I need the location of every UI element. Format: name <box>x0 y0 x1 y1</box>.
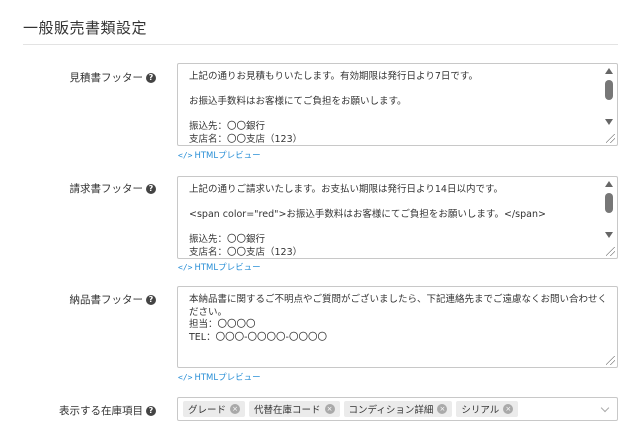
code-icon: </> <box>178 262 193 272</box>
estimate-footer-text[interactable]: 上記の通りお見積もりいたします。有効期限は発行日より7日です。 お振込手数料はお… <box>189 71 595 145</box>
code-icon: </> <box>178 372 193 382</box>
scroll-down-arrow-icon[interactable] <box>605 232 613 238</box>
html-preview-label: HTMLプレビュー <box>194 373 261 383</box>
tag-alternate-stock-code: 代替在庫コード × <box>249 401 340 417</box>
tag-label: グレード <box>188 405 227 416</box>
scroll-down-arrow-icon[interactable] <box>605 119 613 125</box>
resize-grip-icon[interactable] <box>606 247 615 256</box>
section-divider <box>23 44 618 45</box>
chevron-down-icon[interactable] <box>600 403 610 413</box>
tag-label: シリアル <box>461 405 500 416</box>
invoice-footer-label-text: 請求書フッター <box>69 183 144 195</box>
resize-grip-icon[interactable] <box>606 134 615 143</box>
section-title: 一般販売書類設定 <box>23 19 148 37</box>
tag-serial: シリアル × <box>456 401 519 417</box>
textarea-scrollbar[interactable] <box>601 64 617 145</box>
invoice-footer-textarea[interactable]: 上記の通りご請求いたします。お支払い期限は発行日より14日以内です。 <span… <box>177 176 618 259</box>
html-preview-label: HTMLプレビュー <box>194 151 261 161</box>
invoice-footer-text[interactable]: 上記の通りご請求いたします。お支払い期限は発行日より14日以内です。 <span… <box>189 184 595 258</box>
html-preview-label: HTMLプレビュー <box>194 263 261 273</box>
delivery-footer-textarea[interactable]: 本納品書に関するご不明点やご質問がございましたら、下記連絡先までご遠慮なくお問い… <box>177 286 618 368</box>
tag-grade: グレード × <box>183 401 246 417</box>
delivery-footer-text[interactable]: 本納品書に関するご不明点やご質問がございましたら、下記連絡先までご遠慮なくお問い… <box>189 294 607 344</box>
remove-tag-icon[interactable]: × <box>324 404 335 414</box>
estimate-footer-label-text: 見積書フッター <box>69 72 144 84</box>
inventory-items-multiselect[interactable]: グレード × 代替在庫コード × コンディション詳細 × シリアル × <box>177 397 618 421</box>
delivery-html-preview-link[interactable]: </> HTMLプレビュー <box>178 371 261 384</box>
tag-label: コンディション詳細 <box>348 405 434 416</box>
inventory-items-label: 表示する在庫項目 ? <box>59 403 156 418</box>
estimate-html-preview-link[interactable]: </> HTMLプレビュー <box>178 149 261 162</box>
inventory-items-label-text: 表示する在庫項目 <box>59 405 143 417</box>
invoice-footer-label: 請求書フッター ? <box>69 181 156 196</box>
help-icon[interactable]: ? <box>146 72 156 83</box>
delivery-footer-label-text: 納品書フッター <box>69 294 144 306</box>
invoice-html-preview-link[interactable]: </> HTMLプレビュー <box>178 261 261 274</box>
textarea-scrollbar[interactable] <box>601 177 617 258</box>
remove-tag-icon[interactable]: × <box>230 404 241 414</box>
resize-grip-icon[interactable] <box>606 356 615 365</box>
scroll-thumb[interactable] <box>605 193 613 213</box>
estimate-footer-textarea[interactable]: 上記の通りお見積もりいたします。有効期限は発行日より7日です。 お振込手数料はお… <box>177 63 618 146</box>
help-icon[interactable]: ? <box>146 294 156 305</box>
remove-tag-icon[interactable]: × <box>437 404 448 414</box>
estimate-footer-label: 見積書フッター ? <box>69 70 156 85</box>
code-icon: </> <box>178 150 193 160</box>
delivery-footer-label: 納品書フッター ? <box>69 292 156 307</box>
remove-tag-icon[interactable]: × <box>503 404 514 414</box>
help-icon[interactable]: ? <box>146 405 156 416</box>
scroll-up-arrow-icon[interactable] <box>605 181 613 187</box>
help-icon[interactable]: ? <box>146 183 156 194</box>
selected-tags: グレード × 代替在庫コード × コンディション詳細 × シリアル × <box>183 401 519 417</box>
scroll-up-arrow-icon[interactable] <box>605 68 613 74</box>
tag-label: 代替在庫コード <box>254 405 321 416</box>
scroll-thumb[interactable] <box>605 80 613 100</box>
tag-condition-details: コンディション詳細 × <box>343 401 453 417</box>
